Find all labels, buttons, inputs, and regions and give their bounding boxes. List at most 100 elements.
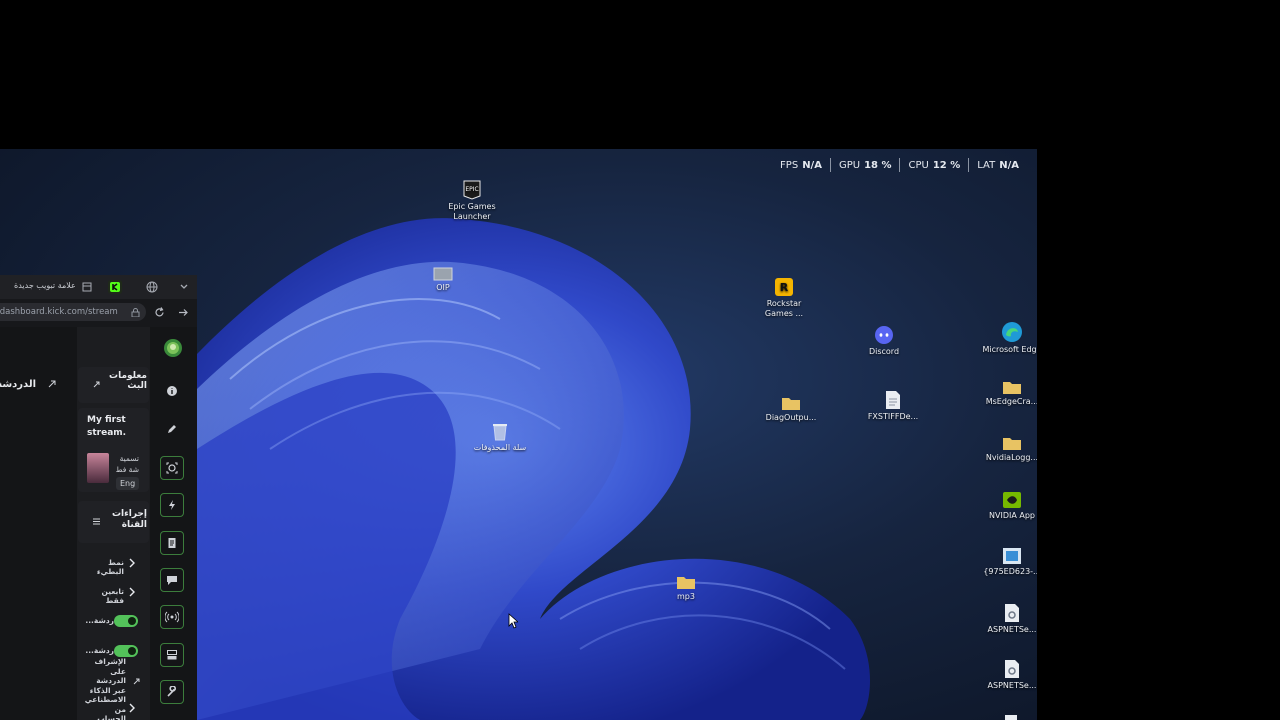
chat-moderation-toggle[interactable] xyxy=(114,645,138,657)
svg-text:EPIC: EPIC xyxy=(465,186,478,193)
globe-icon xyxy=(146,281,158,293)
action-followers-only[interactable]: تابعين فقط xyxy=(78,584,149,605)
stream-info-header: معلومات البث xyxy=(78,367,149,403)
pencil-icon xyxy=(168,425,176,433)
epic-games-icon: EPIC xyxy=(463,180,481,200)
folder-icon xyxy=(782,398,800,410)
kick-logo-icon xyxy=(110,282,120,292)
info-button[interactable] xyxy=(160,379,184,403)
action-chat: ردشة... xyxy=(78,613,149,629)
chevron-right-icon xyxy=(129,558,135,568)
svg-text:R: R xyxy=(780,281,789,294)
desktop-icon-msedgecra[interactable]: MsEdgeCra... xyxy=(980,379,1037,407)
desktop-icon-diagoutput[interactable]: DiagOutpu... xyxy=(759,395,823,423)
cpu-readout: CPU 12 % xyxy=(908,159,961,171)
desktop-icon-rockstar[interactable]: R Rockstar Games ... xyxy=(752,277,816,319)
wrench-icon xyxy=(167,686,176,697)
desktop-icon-edge[interactable]: Microsoft Edge xyxy=(980,321,1037,355)
popout-icon[interactable] xyxy=(47,379,57,389)
gpu-readout: GPU 18 % xyxy=(838,159,892,171)
tab-icon[interactable] xyxy=(80,280,94,294)
nvidia-icon xyxy=(1003,492,1021,508)
action-ai-moderation[interactable]: الإشراف على الدردشة عبر الذكاء الاصطناعي… xyxy=(78,657,149,720)
webcam-icon xyxy=(166,462,178,474)
stream-info-title: معلومات البث xyxy=(109,371,147,391)
document-icon xyxy=(886,391,900,409)
address-bar: //dashboard.kick.com/stream xyxy=(0,301,197,323)
fps-readout: FPS N/A xyxy=(780,159,822,171)
channel-actions-list: نمط البطيء تابعين فقط ردشة... ردشة... ال… xyxy=(78,551,149,720)
tab-kick[interactable] xyxy=(108,280,122,294)
avatar[interactable] xyxy=(163,338,183,358)
chat-title: الدردشة xyxy=(0,379,36,390)
desktop-icon-aspnetse-2[interactable]: ASPNETSe... xyxy=(980,659,1037,691)
chevron-down-icon xyxy=(180,284,188,289)
forward-arrow-icon[interactable] xyxy=(178,307,189,318)
app-file-icon xyxy=(1003,548,1021,564)
menu-icon[interactable] xyxy=(92,517,101,526)
folder-icon xyxy=(677,577,695,589)
tab-list-button[interactable] xyxy=(177,280,191,294)
chat-toggle[interactable] xyxy=(114,615,138,627)
tab-new-tab[interactable]: علامة تبويب جديدة xyxy=(14,281,76,290)
recycle-bin-icon xyxy=(493,424,507,441)
stream-info-card[interactable]: My first stream. تسمية شة فط Eng xyxy=(78,408,149,492)
chevron-right-icon xyxy=(129,587,135,597)
info-icon xyxy=(167,386,177,396)
config-file-icon xyxy=(1005,604,1019,622)
desktop-icon-975ed623[interactable]: {975ED623-... xyxy=(980,547,1037,577)
lat-readout: LAT N/A xyxy=(977,159,1019,171)
chevron-right-icon xyxy=(129,703,135,713)
folder-icon xyxy=(1003,382,1021,394)
tab-page-icon xyxy=(82,282,92,292)
language-tag: Eng xyxy=(116,477,140,490)
broadcast-button[interactable] xyxy=(160,605,184,629)
image-file-icon xyxy=(433,267,453,281)
desktop-icon-nvidialogg[interactable]: NvidiaLogg... xyxy=(980,435,1037,463)
folder-icon xyxy=(1003,438,1021,450)
url-text: //dashboard.kick.com/stream xyxy=(0,307,118,317)
desktop-icon-recycle-bin[interactable]: سلة المحذوفات xyxy=(468,423,532,453)
channel-actions-header: إجراءات القناة xyxy=(78,501,149,543)
chat-bubble-icon xyxy=(167,576,177,585)
external-link-icon xyxy=(133,678,140,685)
performance-overlay: FPS N/A GPU 18 % CPU 12 % LAT N/A xyxy=(772,158,1027,172)
expand-icon[interactable] xyxy=(92,380,101,389)
desktop-icon-discord[interactable]: Discord xyxy=(852,325,916,357)
discord-icon xyxy=(875,326,893,344)
tools-button[interactable] xyxy=(160,680,184,704)
tab-globe[interactable] xyxy=(145,280,159,294)
lock-icon xyxy=(131,308,140,317)
document-icon xyxy=(168,538,176,548)
mouse-cursor-icon xyxy=(508,613,518,629)
rockstar-icon: R xyxy=(775,278,793,296)
layout-button[interactable] xyxy=(160,643,184,667)
browser-window: علامة تبويب جديدة //dashboard.kick.com/s… xyxy=(0,275,197,720)
document-icon xyxy=(1005,715,1017,720)
webcam-button[interactable] xyxy=(160,456,184,480)
config-file-icon xyxy=(1005,660,1019,678)
desktop-icon-mp3[interactable]: mp3 xyxy=(654,574,718,602)
category-thumbnail xyxy=(87,453,109,483)
notes-button[interactable] xyxy=(160,531,184,555)
channel-actions-title: إجراءات القناة xyxy=(112,509,147,530)
dashboard-rail xyxy=(150,327,195,720)
lightning-icon xyxy=(169,500,175,510)
edge-icon xyxy=(1002,322,1022,342)
tab-strip: علامة تبويب جديدة xyxy=(0,275,197,299)
broadcast-icon xyxy=(165,611,179,623)
layout-icon xyxy=(167,650,177,660)
reload-icon[interactable] xyxy=(154,307,165,318)
desktop-icon-fxstiffde[interactable]: FXSTIFFDe... xyxy=(861,390,925,422)
edit-button[interactable] xyxy=(160,417,184,441)
quick-actions-button[interactable] xyxy=(160,493,184,517)
stream-title: My first stream. xyxy=(87,415,127,438)
desktop-icon-epic-games[interactable]: EPIC Epic Games Launcher xyxy=(440,180,504,222)
desktop-icon-aspnetse-1[interactable]: ASPNETSe... xyxy=(980,603,1037,635)
desktop-icon-nvidia-app[interactable]: NVIDIA App xyxy=(980,491,1037,521)
url-input[interactable]: //dashboard.kick.com/stream xyxy=(0,303,146,321)
category-label: تسمية شة فط xyxy=(115,454,139,474)
action-slow-mode[interactable]: نمط البطيء xyxy=(78,555,149,576)
desktop-icon-oip[interactable]: OIP xyxy=(411,267,475,293)
chat-button[interactable] xyxy=(160,568,184,592)
